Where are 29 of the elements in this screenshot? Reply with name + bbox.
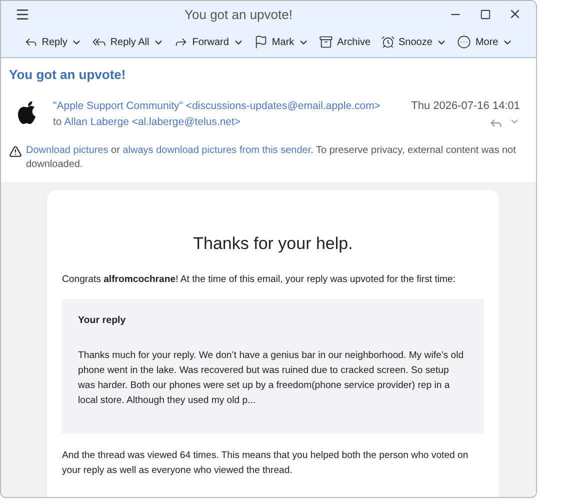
message-date: Thu 2026-07-16 14:01 bbox=[411, 100, 520, 112]
quote-title: Your reply bbox=[78, 315, 127, 326]
window-title: You got an upvote! bbox=[184, 6, 294, 22]
toolbar-button[interactable]: Archive bbox=[317, 33, 373, 51]
to-label: to bbox=[53, 116, 62, 128]
toolbar-button[interactable]: Reply All bbox=[90, 33, 166, 51]
flag-icon bbox=[254, 35, 268, 49]
toolbar-button[interactable]: Mark bbox=[252, 33, 312, 51]
menu-icon[interactable] bbox=[14, 6, 30, 22]
more-icon bbox=[457, 35, 472, 49]
toolbar-button[interactable]: Reply bbox=[22, 33, 84, 51]
message-heading: Thanks for your help. bbox=[192, 234, 354, 254]
toolbar-button[interactable]: More bbox=[455, 33, 516, 51]
quote-text: Thanks much for your reply. We don’t have a genius bar in our neighborhood. My wife’s old phone went in the lake. Was recovered but was ruined due to cracked screen. So setup was harder. Both our phones were set up by a freedom(phone service provider) rep in a local store. Although they used my old p... bbox=[78, 349, 465, 408]
recipient[interactable]: Allan Laberge <al.laberge@telus.net> bbox=[64, 116, 241, 128]
warning-icon bbox=[9, 145, 22, 158]
intro-text: Congrats alfromcochrane! At the time of this email, your reply was upvoted for the first time: bbox=[62, 273, 457, 287]
toolbar-button[interactable]: Forward bbox=[172, 33, 246, 51]
close-icon[interactable] bbox=[508, 7, 522, 21]
message-subject: You got an upvote! bbox=[8, 66, 127, 84]
privacy-notice: Download pictures or always download pictures from this sender. To preserve privacy, external content was not downloaded. bbox=[26, 144, 517, 172]
toolbar-button[interactable]: Snooze bbox=[378, 33, 450, 51]
archive-icon bbox=[319, 35, 334, 49]
always-download-link[interactable]: always download pictures from this sender bbox=[122, 145, 311, 156]
sender[interactable]: "Apple Support Community" <discussions-updates@email.apple.com> bbox=[53, 100, 402, 112]
download-link[interactable]: Download pictures bbox=[26, 145, 108, 156]
maximize-icon[interactable] bbox=[480, 8, 490, 20]
outro-text: And the thread was viewed 64 times. This means that you helped both the person who voted on your reply as well as everyone who viewed the thread. bbox=[62, 449, 470, 478]
alarm-clock-icon bbox=[380, 35, 395, 49]
